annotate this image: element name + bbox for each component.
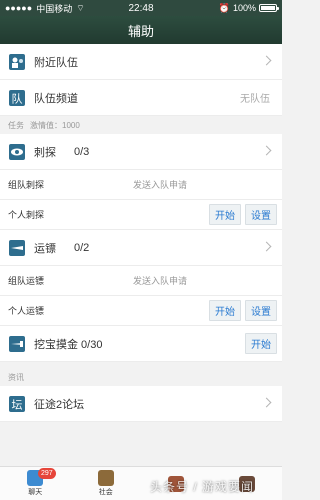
treasure-task-row: 挖宝摸金 0/30 开始	[0, 326, 282, 362]
page-title: 辅助	[127, 23, 154, 39]
tab-chat[interactable]: 聊天 297	[0, 467, 71, 500]
svg-text:队: 队	[12, 91, 23, 105]
team-spy-row[interactable]: 组队刺探 发送入队申请	[0, 170, 282, 200]
chevron-right-icon	[261, 241, 272, 252]
spy-task-row[interactable]: 刺探 0/3	[0, 134, 282, 170]
forum-row[interactable]: 坛 征途2论坛	[0, 386, 282, 422]
team-escort-row[interactable]: 组队运镖 发送入队申请	[0, 266, 282, 296]
team-escort-status: 发送入队申请	[133, 276, 188, 286]
team-channel-row[interactable]: 队 队伍频道 无队伍	[0, 80, 282, 116]
nearby-teams-label: 附近队伍	[34, 56, 78, 69]
battery-icon	[259, 4, 279, 12]
social-icon	[97, 470, 114, 486]
chevron-right-icon	[261, 55, 272, 66]
status-bar: ●●●●● 中国移动 ⌔ 22:48 ⏰ 100%	[0, 0, 282, 16]
solo-spy-settings-button[interactable]: 设置	[245, 204, 277, 225]
team-channel-status: 无队伍	[240, 94, 270, 105]
main-content: 附近队伍 队 队伍频道 无队伍 任务 激情值：1000 刺探 0/3 组队刺探 …	[0, 44, 282, 422]
chevron-right-icon	[261, 145, 272, 156]
chevron-right-icon	[261, 397, 272, 408]
forum-icon: 坛	[8, 395, 26, 413]
escort-task-count: 0/2	[74, 241, 90, 254]
tab-social-label: 社会	[98, 489, 113, 496]
vigor-value: 激情值：1000	[30, 120, 80, 130]
treasure-start-button[interactable]: 开始	[245, 333, 277, 354]
solo-spy-label: 个人刺探	[8, 210, 45, 220]
info-section-header: 资讯	[0, 368, 282, 386]
team-escort-label: 组队运镖	[8, 276, 45, 286]
tasks-section-title: 任务	[8, 120, 24, 130]
team-spy-label: 组队刺探	[8, 180, 45, 190]
page-header: 辅助	[0, 16, 282, 44]
team-channel-icon: 队	[8, 89, 26, 107]
alarm-icon: ⏰	[218, 2, 230, 13]
signal-icon: ●●●●●	[5, 3, 33, 13]
clock: 22:48	[128, 2, 154, 14]
eye-icon	[8, 143, 26, 161]
treasure-task-label: 挖宝摸金 0/30	[34, 338, 103, 351]
escort-task-label: 运镖	[34, 242, 56, 255]
svg-text:坛: 坛	[12, 398, 23, 411]
treasure-shovel-icon	[8, 335, 26, 353]
solo-escort-start-button[interactable]: 开始	[209, 300, 241, 321]
tab-social[interactable]: 社会	[71, 467, 142, 500]
solo-spy-row: 个人刺探 开始 设置	[0, 200, 282, 230]
spy-task-label: 刺探	[34, 146, 56, 159]
wifi-icon: ⌔	[76, 2, 85, 13]
info-section-title: 资讯	[8, 372, 24, 382]
spy-task-count: 0/3	[74, 145, 90, 158]
carrier-label: 中国移动	[36, 3, 73, 14]
nearby-teams-row[interactable]: 附近队伍	[0, 44, 282, 80]
watermark: 头条号 / 游戏要闻	[150, 480, 255, 494]
solo-escort-settings-button[interactable]: 设置	[245, 300, 277, 321]
tasks-section-header: 任务 激情值：1000	[0, 116, 282, 134]
team-spy-status: 发送入队申请	[133, 180, 188, 190]
escort-task-row[interactable]: 运镖 0/2	[0, 230, 282, 266]
chat-unread-badge: 297	[38, 468, 56, 479]
nearby-teams-icon	[8, 53, 26, 71]
solo-spy-start-button[interactable]: 开始	[209, 204, 241, 225]
forum-label: 征途2论坛	[34, 398, 85, 411]
dart-icon	[8, 239, 26, 257]
tab-chat-label: 聊天	[28, 489, 43, 496]
battery-percent: 100%	[232, 3, 256, 13]
team-channel-label: 队伍频道	[34, 92, 78, 105]
solo-escort-row: 个人运镖 开始 设置	[0, 296, 282, 326]
solo-escort-label: 个人运镖	[8, 306, 45, 316]
